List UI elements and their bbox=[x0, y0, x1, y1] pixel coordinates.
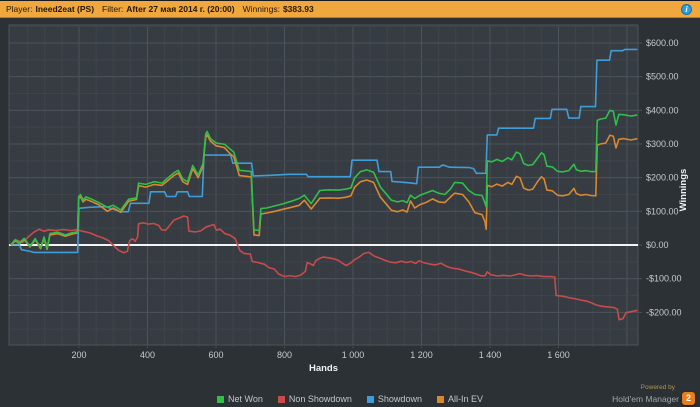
info-icon[interactable]: i bbox=[681, 4, 692, 15]
x-tick-label: 1 600 bbox=[547, 350, 570, 360]
non-showdown-swatch-icon bbox=[277, 395, 285, 403]
x-axis-title: Hands bbox=[309, 363, 338, 374]
y-tick-label: $0.00 bbox=[646, 240, 669, 250]
x-tick-label: 400 bbox=[140, 350, 155, 360]
x-tick-label: 1 400 bbox=[479, 350, 502, 360]
powered-by-block: Powered by Hold'em Manager 2 bbox=[612, 384, 695, 405]
y-tick-label: -$100.00 bbox=[646, 274, 682, 284]
brand-name: Hold'em Manager bbox=[612, 393, 679, 404]
legend-label: Net Won bbox=[228, 394, 263, 404]
chart-plot-area[interactable] bbox=[9, 25, 638, 345]
winnings-label: Winnings: bbox=[242, 4, 280, 14]
hem2-badge-icon: 2 bbox=[682, 392, 695, 405]
legend-item-showdown[interactable]: Showdown bbox=[366, 394, 422, 404]
net-won-swatch-icon bbox=[217, 395, 225, 403]
y-tick-label: $600.00 bbox=[646, 38, 679, 48]
y-tick-label: $300.00 bbox=[646, 139, 679, 149]
y-axis-title: Winnings bbox=[678, 169, 689, 212]
legend-label: Showdown bbox=[377, 394, 422, 404]
y-tick-label: -$200.00 bbox=[646, 307, 682, 317]
y-tick-label: $400.00 bbox=[646, 105, 679, 115]
legend-item-all-in-ev[interactable]: All-In EV bbox=[436, 394, 483, 404]
chart-legend: Net Won Non Showdown Showdown All-In EV bbox=[0, 394, 700, 404]
all-in-ev-swatch-icon bbox=[436, 395, 444, 403]
title-bar: Player: Ineed2eat (PS) Filter: After 27 … bbox=[0, 0, 700, 18]
filter-value: After 27 мая 2014 г. (20:00) bbox=[126, 4, 235, 14]
y-tick-label: $500.00 bbox=[646, 72, 679, 82]
winnings-value: $383.93 bbox=[282, 4, 314, 14]
y-tick-label: $200.00 bbox=[646, 173, 679, 183]
x-tick-label: 600 bbox=[208, 350, 223, 360]
x-tick-label: 1 200 bbox=[410, 350, 433, 360]
filter-label: Filter: bbox=[102, 4, 124, 14]
showdown-swatch-icon bbox=[366, 395, 374, 403]
x-tick-label: 1 000 bbox=[342, 350, 365, 360]
player-label: Player: bbox=[6, 4, 33, 14]
legend-label: Non Showdown bbox=[288, 394, 352, 404]
x-tick-label: 800 bbox=[277, 350, 292, 360]
winnings-chart: 200 400 600 800 1 000 1 200 1 400 1 600 $600.00 $… bbox=[8, 24, 689, 374]
legend-item-non-showdown[interactable]: Non Showdown bbox=[277, 394, 352, 404]
hem-graph-window: Player: Ineed2eat (PS) Filter: After 27 … bbox=[0, 0, 700, 407]
legend-label: All-In EV bbox=[447, 394, 483, 404]
powered-by-text: Powered by bbox=[640, 384, 675, 391]
x-tick-label: 200 bbox=[71, 350, 86, 360]
player-value: Ineed2eat (PS) bbox=[35, 4, 95, 14]
y-tick-label: $100.00 bbox=[646, 206, 679, 216]
legend-item-net-won[interactable]: Net Won bbox=[217, 394, 263, 404]
